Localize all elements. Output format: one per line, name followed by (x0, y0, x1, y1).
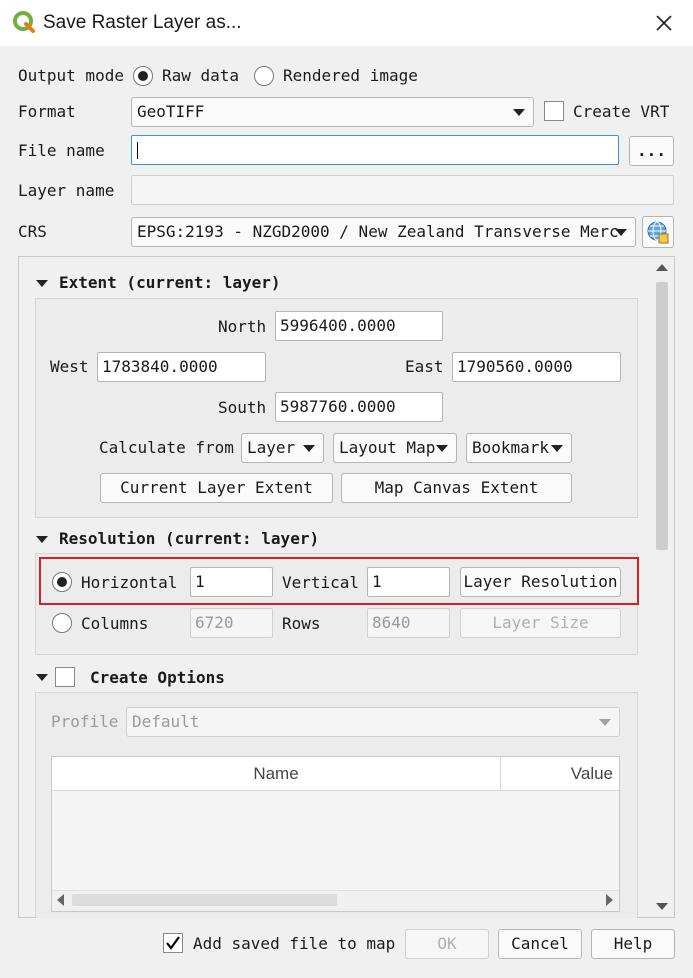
chevron-down-icon (615, 229, 627, 236)
create-vrt-label: Create VRT (573, 102, 670, 121)
chevron-down-icon (551, 445, 563, 452)
resolution-title: Resolution (current: layer) (59, 529, 320, 548)
horizontal-label: Horizontal (81, 573, 178, 592)
create-vrt-checkbox[interactable] (544, 101, 564, 121)
crs-label: CRS (18, 222, 47, 241)
north-input[interactable]: 5996400.0000 (275, 311, 443, 341)
collapse-arrow-icon[interactable] (36, 674, 48, 681)
calc-bookmark-label: Bookmark (472, 438, 550, 457)
layer-name-input[interactable] (131, 175, 674, 205)
create-options-title: Create Options (90, 668, 225, 687)
calc-layer-label: Layer (247, 438, 296, 457)
horizontal-input[interactable]: 1 (190, 567, 273, 597)
chevron-down-icon (513, 109, 525, 116)
cancel-button[interactable]: Cancel (498, 929, 582, 959)
north-label: North (218, 317, 267, 336)
crs-select[interactable]: EPSG:2193 - NZGD2000 / New Zealand Trans… (131, 217, 636, 247)
rendered-image-label: Rendered image (283, 66, 418, 85)
file-name-label: File name (18, 141, 105, 160)
rendered-image-radio[interactable] (254, 66, 274, 86)
vertical-label: Vertical (282, 573, 360, 592)
chevron-down-icon (599, 719, 611, 726)
calc-bookmark-dropdown[interactable]: Bookmark (466, 433, 572, 463)
rows-label: Rows (282, 614, 321, 633)
layer-name-label: Layer name (18, 181, 115, 200)
horizontal-scrollbar-thumb[interactable] (72, 894, 337, 906)
south-label: South (218, 398, 267, 417)
format-select[interactable]: GeoTIFF (131, 97, 534, 127)
profile-value: Default (132, 712, 200, 731)
calc-layout-map-label: Layout Map (339, 438, 436, 457)
layer-size-button[interactable]: Layer Size (460, 608, 621, 638)
add-saved-file-checkbox[interactable] (163, 933, 183, 953)
west-input[interactable]: 1783840.0000 (97, 352, 266, 382)
crs-value: EPSG:2193 - NZGD2000 / New Zealand Trans… (137, 222, 619, 241)
create-options-checkbox[interactable] (55, 667, 75, 687)
globe-icon (647, 221, 669, 244)
layer-resolution-button[interactable]: Layer Resolution (460, 567, 621, 597)
browse-button[interactable]: ... (629, 136, 674, 166)
collapse-arrow-icon[interactable] (36, 280, 48, 287)
vertical-input[interactable]: 1 (367, 567, 450, 597)
window-title: Save Raster Layer as... (43, 12, 242, 33)
south-input[interactable]: 5987760.0000 (275, 392, 443, 422)
format-value: GeoTIFF (137, 102, 205, 121)
calc-layer-dropdown[interactable]: Layer (241, 433, 324, 463)
calc-layout-map-dropdown[interactable]: Layout Map (333, 433, 457, 463)
scroll-up-arrow-icon[interactable] (656, 264, 668, 271)
vertical-scrollbar-thumb[interactable] (656, 282, 668, 550)
help-button[interactable]: Help (591, 929, 675, 959)
output-mode-label: Output mode (18, 66, 124, 85)
file-name-input[interactable] (131, 135, 619, 165)
west-label: West (50, 357, 89, 376)
current-layer-extent-button[interactable]: Current Layer Extent (100, 473, 333, 503)
profile-select[interactable]: Default (126, 707, 620, 737)
close-icon[interactable] (652, 11, 676, 35)
horizontal-radio[interactable] (52, 572, 72, 592)
east-input[interactable]: 1790560.0000 (452, 352, 621, 382)
raw-data-label: Raw data (162, 66, 240, 85)
scroll-right-arrow-icon[interactable] (606, 894, 613, 906)
crs-picker-button[interactable] (642, 216, 674, 248)
profile-label: Profile (51, 712, 119, 731)
map-canvas-extent-button[interactable]: Map Canvas Extent (341, 473, 572, 503)
collapse-arrow-icon[interactable] (36, 536, 48, 543)
chevron-down-icon (436, 445, 448, 452)
columns-label: Columns (81, 614, 149, 633)
chevron-down-icon (303, 445, 315, 452)
east-label: East (405, 357, 444, 376)
checkmark-icon (166, 936, 180, 950)
raw-data-radio[interactable] (133, 66, 153, 86)
column-header-name[interactable]: Name (52, 764, 500, 784)
add-saved-file-label: Add saved file to map (193, 934, 396, 953)
rows-input[interactable]: 8640 (367, 608, 450, 638)
qgis-logo-icon (12, 10, 36, 34)
column-header-value[interactable]: Value (501, 764, 613, 784)
scroll-down-arrow-icon[interactable] (656, 903, 668, 910)
ok-button[interactable]: OK (405, 929, 489, 959)
columns-input[interactable]: 6720 (190, 608, 273, 638)
text-cursor (137, 142, 138, 159)
extent-title: Extent (current: layer) (59, 273, 281, 292)
calculate-from-label: Calculate from (99, 438, 234, 457)
columns-radio[interactable] (52, 613, 72, 633)
scroll-left-arrow-icon[interactable] (57, 894, 64, 906)
format-label: Format (18, 102, 76, 121)
